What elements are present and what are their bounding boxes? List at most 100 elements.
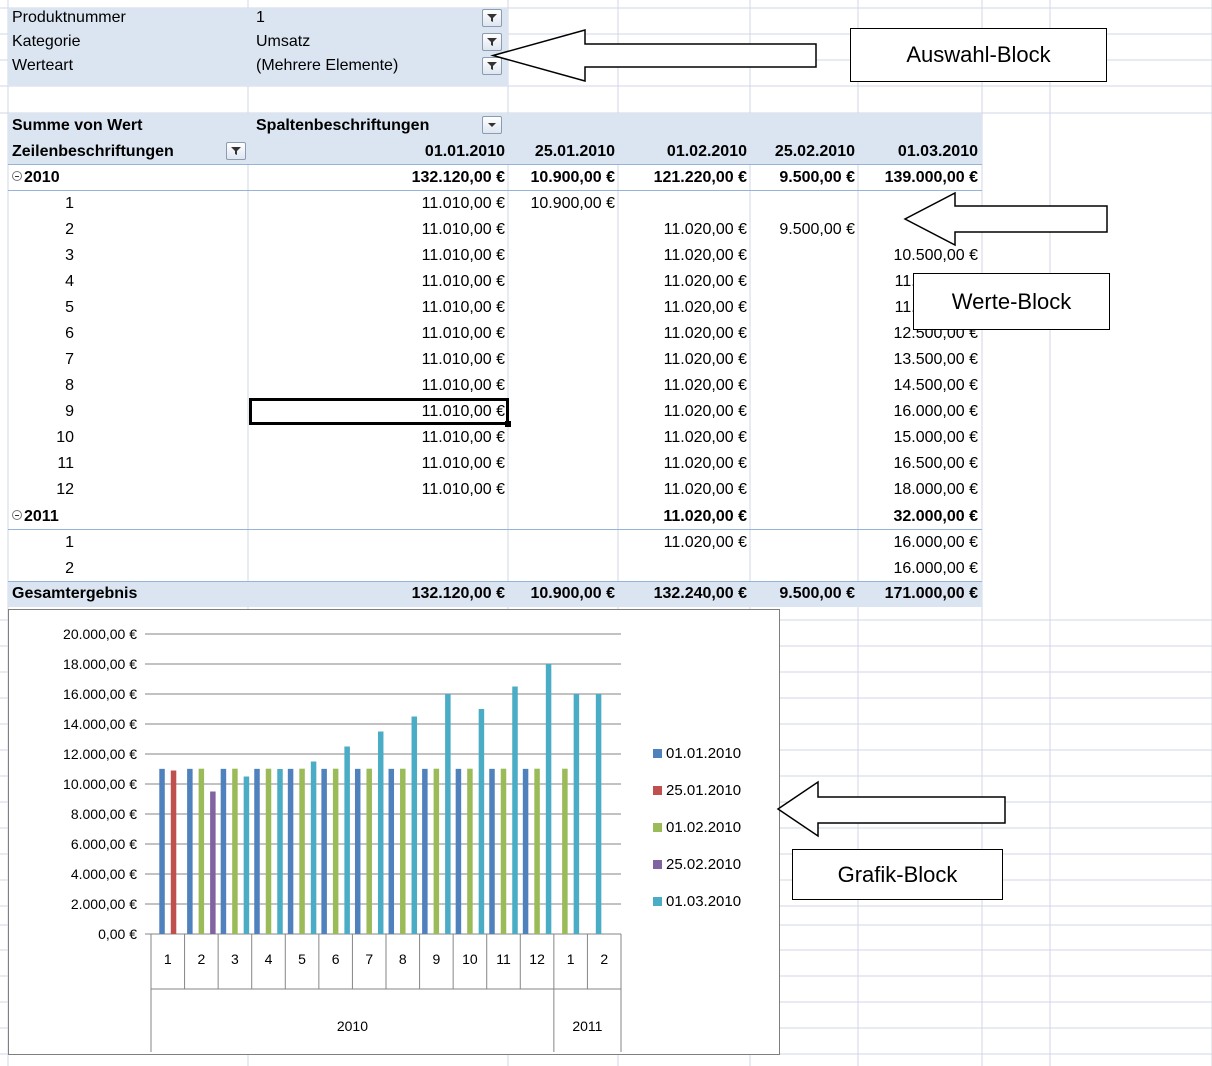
value-cell[interactable]: 16.500,00 € — [893, 451, 978, 477]
value-cell[interactable]: 11.010,00 € — [422, 295, 505, 321]
value-cell[interactable]: 16.000,00 € — [893, 556, 978, 582]
subtotal-cell[interactable]: 11.020,00 € — [663, 504, 747, 530]
selected-cell[interactable] — [249, 398, 509, 425]
chevron-down-icon — [488, 123, 496, 127]
row-label[interactable]: 5 — [50, 295, 74, 321]
value-cell[interactable]: 13.500,00 € — [893, 347, 978, 373]
row-label[interactable]: 2 — [50, 217, 74, 243]
legend-swatch — [653, 786, 662, 795]
filter-dropdown-button[interactable] — [482, 33, 502, 51]
subtotal-cell[interactable]: 132.240,00 € — [654, 581, 747, 607]
subtotal-cell[interactable]: 121.220,00 € — [654, 165, 747, 191]
row-label[interactable]: 4 — [50, 269, 74, 295]
row-label[interactable]: 11 — [50, 451, 74, 477]
row-label[interactable]: 1 — [50, 530, 74, 556]
value-cell[interactable]: 11.010,00 € — [422, 243, 505, 269]
subtotal-cell[interactable]: 10.900,00 € — [530, 581, 615, 607]
row-label[interactable]: 8 — [50, 373, 74, 399]
row-label[interactable]: 3 — [50, 243, 74, 269]
collapse-toggle-icon[interactable] — [12, 510, 22, 521]
value-cell[interactable]: 11.010,00 € — [422, 191, 505, 217]
value-cell[interactable]: 11.020,00 € — [664, 530, 747, 556]
subtotal-cell[interactable]: 139.000,00 € — [885, 165, 978, 191]
subtotal-cell[interactable]: 10.900,00 € — [530, 165, 615, 191]
subtotal-cell[interactable]: 132.120,00 € — [412, 165, 505, 191]
legend-item[interactable]: 01.01.2010 — [653, 745, 741, 762]
y-tick-label: 4.000,00 € — [71, 866, 137, 882]
grand-total-label: Gesamtergebnis — [12, 585, 138, 602]
value-cell[interactable]: 11.020,00 € — [664, 477, 747, 503]
x-tick-label: 8 — [399, 951, 407, 967]
subtotal-cell[interactable]: 32.000,00 € — [893, 504, 978, 530]
value-cell[interactable]: 11.010,00 € — [422, 217, 505, 243]
bar-01.01.2010 — [254, 768, 260, 934]
row-label[interactable]: 10 — [50, 425, 74, 451]
x-tick-label: 12 — [529, 951, 545, 967]
value-cell[interactable]: 11.010,00 € — [422, 347, 505, 373]
value-cell[interactable]: 11.020,00 € — [664, 373, 747, 399]
row-label[interactable]: 9 — [50, 399, 74, 425]
value-cell[interactable]: 9.500,00 € — [779, 217, 855, 243]
value-cell[interactable]: 15.000,00 € — [893, 425, 978, 451]
value-cell[interactable]: 11.020,00 € — [664, 217, 747, 243]
row-label[interactable]: 2 — [50, 556, 74, 582]
year-group-label[interactable]: 2010 — [12, 165, 60, 191]
value-cell[interactable]: 16.000,00 € — [893, 399, 978, 425]
row-labels-filter[interactable] — [226, 142, 246, 160]
bar-01.03.2010 — [277, 769, 283, 934]
filter-value: (Mehrere Elemente) — [256, 57, 399, 74]
filter-dropdown-button[interactable] — [482, 9, 502, 27]
value-cell[interactable]: 10.900,00 € — [530, 191, 615, 217]
bar-25.01.2010 — [170, 770, 177, 934]
subtotal-cell[interactable]: 9.500,00 € — [779, 165, 855, 191]
value-cell[interactable]: 11.010,00 € — [422, 321, 505, 347]
filter-value: 1 — [256, 9, 265, 26]
value-cell[interactable]: 16.000,00 € — [893, 530, 978, 556]
value-cell[interactable]: 18.000,00 € — [893, 477, 978, 503]
column-labels-dropdown[interactable] — [482, 116, 502, 134]
filter-dropdown-button[interactable] — [482, 57, 502, 75]
value-cell[interactable]: 14.500,00 € — [893, 373, 978, 399]
row-label[interactable]: 6 — [50, 321, 74, 347]
row-label[interactable]: 1 — [50, 191, 74, 217]
value-cell[interactable]: 11.010,00 € — [422, 269, 505, 295]
bar-01.03.2010 — [445, 694, 451, 934]
values-field-label: Summe von Wert — [12, 117, 143, 134]
value-cell[interactable]: 11.020,00 € — [664, 451, 747, 477]
row-label[interactable]: 12 — [50, 477, 74, 503]
value-cell[interactable]: 11.020,00 € — [664, 321, 747, 347]
year-label-text: 2011 — [24, 508, 59, 525]
legend-item[interactable]: 25.02.2010 — [653, 856, 741, 873]
subtotal-cell[interactable]: 132.120,00 € — [412, 581, 505, 607]
value-cell[interactable]: 11.020,00 € — [664, 243, 747, 269]
pivot-chart[interactable]: 0,00 € 2.000,00 € 4.000,00 € 6.000,00 € 8.00… — [8, 609, 780, 1055]
subtotal-cell[interactable]: 171.000,00 € — [885, 581, 978, 607]
legend-item[interactable]: 25.01.2010 — [653, 782, 741, 799]
value-cell[interactable]: 11.020,00 € — [664, 295, 747, 321]
bar-01.01.2010 — [287, 768, 294, 934]
value-cell[interactable]: 11.020,00 € — [664, 269, 747, 295]
y-tick-label: 14.000,00 € — [63, 716, 137, 732]
bar-01.02.2010 — [232, 768, 238, 934]
legend-item[interactable]: 01.02.2010 — [653, 819, 741, 836]
value-cell[interactable]: 11.010,00 € — [422, 477, 505, 503]
year-group-label[interactable]: 2011 — [12, 504, 59, 530]
bar-01.01.2010 — [455, 768, 462, 934]
y-tick-label: 8.000,00 € — [71, 806, 137, 822]
subtotal-cell[interactable]: 9.500,00 € — [779, 581, 855, 607]
value-cell[interactable]: 11.020,00 € — [664, 347, 747, 373]
x-tick-label: 11 — [496, 951, 511, 967]
y-tick-label: 2.000,00 € — [71, 896, 137, 912]
row-label[interactable]: 7 — [50, 347, 74, 373]
column-header: 01.01.2010 — [424, 143, 505, 160]
collapse-toggle-icon[interactable] — [12, 171, 22, 182]
value-cell[interactable]: 11.010,00 € — [422, 451, 505, 477]
value-cell[interactable]: 11.010,00 € — [422, 373, 505, 399]
fill-handle[interactable] — [505, 421, 511, 427]
value-cell[interactable]: 11.020,00 € — [664, 399, 747, 425]
value-cell[interactable]: 11.020,00 € — [664, 425, 747, 451]
legend-item[interactable]: 01.03.2010 — [653, 893, 741, 910]
legend-label: 01.01.2010 — [666, 745, 742, 762]
value-cell[interactable]: 11.010,00 € — [422, 425, 505, 451]
value-cell[interactable]: 10.500,00 € — [893, 243, 978, 269]
